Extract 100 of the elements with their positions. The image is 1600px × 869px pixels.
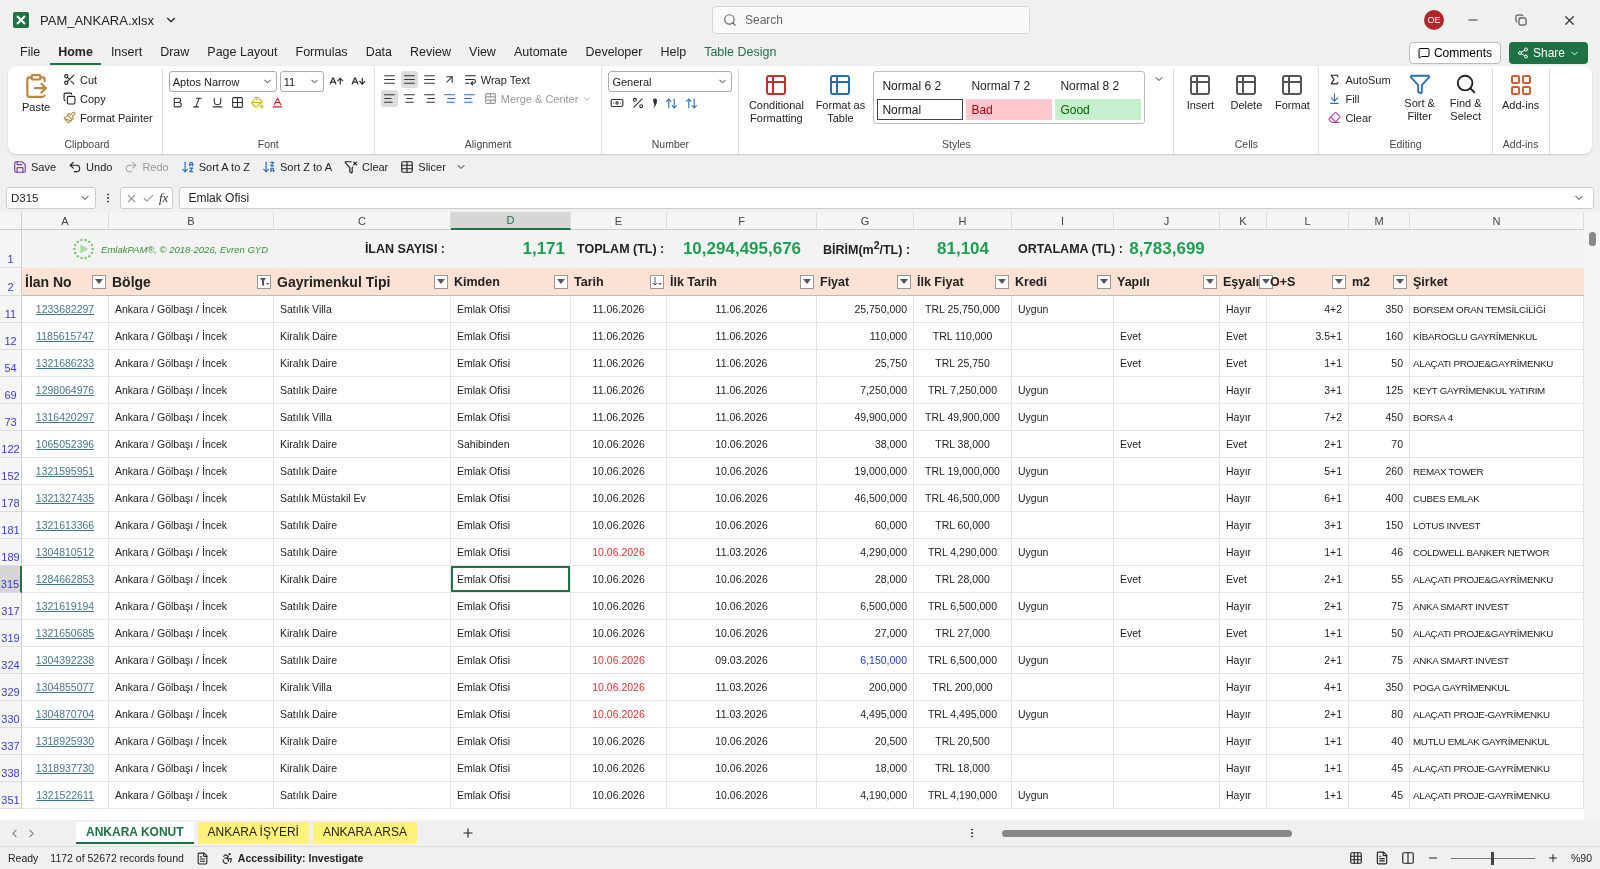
ribbon-tab[interactable]: Formulas bbox=[287, 41, 356, 65]
row-header[interactable]: 330 bbox=[0, 701, 22, 728]
ribbon-tab[interactable]: File bbox=[12, 41, 49, 65]
sheet-tab[interactable]: ANKARA KONUT bbox=[76, 822, 194, 844]
row-header[interactable]: 319 bbox=[0, 620, 22, 647]
toolbar-button[interactable]: Slicer bbox=[397, 158, 449, 176]
name-box[interactable]: D315 bbox=[6, 187, 96, 209]
column-header[interactable]: M bbox=[1349, 212, 1410, 230]
row-header[interactable]: 329 bbox=[0, 674, 22, 701]
ribbon-tab[interactable]: Insert bbox=[102, 41, 151, 65]
filter-button[interactable] bbox=[434, 274, 448, 289]
filter-button[interactable] bbox=[995, 274, 1009, 289]
font-size-field[interactable]: 11 bbox=[279, 71, 324, 92]
table-cell[interactable]: Emlak Ofisi bbox=[451, 566, 571, 593]
filter-button[interactable] bbox=[800, 274, 814, 289]
format-as-table-button[interactable]: Format as Table bbox=[813, 71, 868, 128]
ribbon-tab[interactable]: Automate bbox=[505, 41, 576, 65]
row-header[interactable]: 324 bbox=[0, 647, 22, 674]
row-header[interactable]: 152 bbox=[0, 458, 22, 485]
ribbon-tab[interactable]: Home bbox=[50, 41, 101, 65]
page-layout-view-icon[interactable] bbox=[1375, 851, 1389, 865]
listing-link[interactable]: 1318937730 bbox=[35, 762, 95, 774]
format-painter-button[interactable]: Format Painter bbox=[60, 109, 156, 126]
row-header[interactable]: 317 bbox=[0, 593, 22, 620]
filter-button[interactable] bbox=[1332, 274, 1346, 289]
listing-link[interactable]: 1321613366 bbox=[35, 519, 95, 531]
listing-link[interactable]: 1316420297 bbox=[35, 411, 95, 423]
ribbon-tab[interactable]: Help bbox=[652, 41, 695, 65]
copy-button[interactable]: Copy bbox=[60, 90, 156, 107]
column-header[interactable]: D bbox=[451, 212, 571, 230]
share-button[interactable]: Share bbox=[1508, 42, 1588, 64]
ribbon-tab[interactable]: View bbox=[461, 41, 504, 65]
listing-link[interactable]: 1321595951 bbox=[35, 465, 95, 477]
sheet-tab[interactable]: ANKARA ARSA bbox=[312, 822, 417, 844]
row-header[interactable]: 12 bbox=[0, 323, 22, 350]
cell-style[interactable]: Bad bbox=[966, 99, 1053, 120]
column-header[interactable]: H bbox=[914, 212, 1012, 230]
column-header[interactable]: N bbox=[1410, 212, 1584, 230]
page-break-view-icon[interactable] bbox=[1401, 851, 1415, 865]
row-header[interactable]: 73 bbox=[0, 404, 22, 431]
fill-button[interactable]: Fill bbox=[1325, 90, 1394, 107]
normal-view-icon[interactable] bbox=[1349, 851, 1363, 865]
toolbar-button[interactable]: Clear bbox=[341, 158, 392, 176]
filter-button[interactable] bbox=[92, 274, 106, 289]
listing-link[interactable]: 1304855077 bbox=[35, 681, 95, 693]
column-header[interactable]: E bbox=[571, 212, 667, 230]
search-field[interactable]: Search bbox=[711, 6, 1030, 34]
listing-link[interactable]: 1321650685 bbox=[35, 627, 95, 639]
user-avatar[interactable]: OE bbox=[1424, 10, 1444, 30]
listing-link[interactable]: 1321327435 bbox=[35, 492, 95, 504]
column-header[interactable]: A bbox=[22, 212, 109, 230]
ribbon-tab[interactable]: Review bbox=[402, 41, 460, 65]
listing-link[interactable]: 1065052396 bbox=[35, 438, 95, 450]
listing-link[interactable]: 1298064976 bbox=[35, 384, 95, 396]
row-header[interactable]: 178 bbox=[0, 485, 22, 512]
listing-link[interactable]: 1185615747 bbox=[36, 330, 94, 342]
ribbon-tab[interactable]: Page Layout bbox=[199, 41, 286, 65]
column-header[interactable]: C bbox=[274, 212, 451, 230]
row-header[interactable]: 69 bbox=[0, 377, 22, 404]
column-header[interactable]: G bbox=[817, 212, 914, 230]
cells-button[interactable]: Delete bbox=[1226, 71, 1267, 115]
zoom-in-icon[interactable] bbox=[1547, 852, 1559, 864]
middle-align-button[interactable] bbox=[400, 71, 418, 88]
fill-color-button[interactable] bbox=[248, 94, 266, 111]
listing-link[interactable]: 1321619194 bbox=[35, 600, 95, 612]
clear-button[interactable]: Clear bbox=[1325, 109, 1394, 126]
row-header[interactable]: 338 bbox=[0, 755, 22, 782]
autosum-button[interactable]: AutoSum bbox=[1325, 71, 1394, 88]
toolbar-button[interactable]: Undo bbox=[65, 158, 116, 176]
row-header[interactable]: 1 bbox=[0, 230, 22, 268]
row-header[interactable]: 351 bbox=[0, 782, 22, 809]
filter-button[interactable] bbox=[650, 274, 664, 289]
ribbon-tab[interactable]: Data bbox=[357, 41, 401, 65]
zoom-thumb[interactable] bbox=[1491, 851, 1495, 865]
row-header[interactable]: 54 bbox=[0, 350, 22, 377]
add-sheet-icon[interactable] bbox=[460, 826, 475, 840]
filter-button[interactable] bbox=[1203, 274, 1217, 289]
listing-link[interactable]: 1304392238 bbox=[35, 654, 95, 666]
column-header[interactable]: B bbox=[109, 212, 274, 230]
ribbon-tab[interactable]: Table Design bbox=[696, 41, 785, 65]
row-header[interactable]: 122 bbox=[0, 431, 22, 458]
cells-button[interactable]: Format bbox=[1272, 71, 1313, 115]
add-ins-button[interactable]: Add-ins bbox=[1498, 71, 1543, 115]
column-header[interactable]: J bbox=[1114, 212, 1220, 230]
cells-button[interactable]: Insert bbox=[1180, 71, 1221, 115]
column-header[interactable]: I bbox=[1012, 212, 1114, 230]
filter-button[interactable] bbox=[1393, 274, 1407, 289]
toolbar-button[interactable]: Save bbox=[10, 158, 60, 176]
listing-link[interactable]: 1304810512 bbox=[35, 546, 95, 558]
cell-style[interactable]: Good bbox=[1055, 99, 1142, 120]
row-header[interactable]: 11 bbox=[0, 296, 22, 323]
toolbar-button[interactable]: Sort A to Z bbox=[177, 158, 254, 176]
sheet-tab[interactable]: ANKARA İŞYERİ bbox=[197, 822, 309, 844]
find-select-button[interactable]: Find & Select bbox=[1445, 71, 1486, 126]
listing-link[interactable]: 1321686233 bbox=[35, 357, 95, 369]
font-name-field[interactable]: Aptos Narrow bbox=[168, 71, 277, 92]
vertical-scrollbar[interactable] bbox=[1584, 212, 1600, 820]
listing-link[interactable]: 1284662853 bbox=[35, 573, 95, 585]
align-left-button[interactable] bbox=[380, 90, 398, 107]
row-header[interactable]: 189 bbox=[0, 539, 22, 566]
